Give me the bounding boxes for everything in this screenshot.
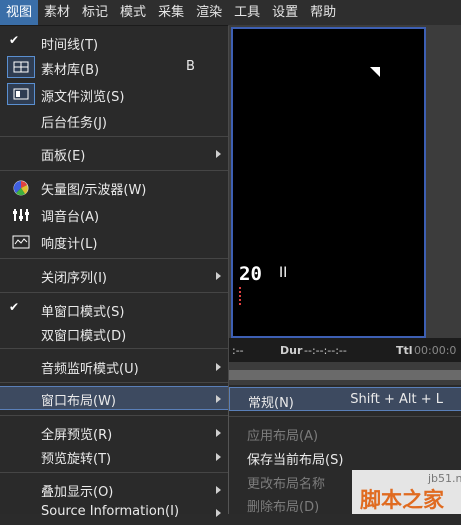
menu-separator bbox=[0, 382, 228, 383]
menu-item-fullscreen-preview[interactable]: 全屏预览(R) bbox=[0, 421, 228, 445]
corner-marker-icon bbox=[370, 67, 380, 77]
check-icon: ✔ bbox=[9, 33, 20, 47]
menu-mode[interactable]: 模式 bbox=[114, 0, 152, 25]
submenu-arrow-icon bbox=[216, 395, 221, 403]
bin-icon bbox=[7, 56, 35, 78]
menu-item-overlay-display[interactable]: 叠加显示(O) bbox=[0, 478, 228, 502]
menu-separator bbox=[0, 292, 228, 293]
loudness-meter-icon bbox=[12, 233, 30, 251]
submenu-arrow-icon bbox=[216, 429, 221, 437]
menu-separator bbox=[0, 348, 228, 349]
menu-item-audio-monitor[interactable]: 音频监听模式(U) bbox=[0, 355, 228, 379]
watermark: jb51.net 脚本之家 bbox=[352, 470, 461, 514]
menu-settings[interactable]: 设置 bbox=[266, 0, 304, 25]
dur-label: Dur bbox=[280, 344, 303, 357]
menu-separator bbox=[0, 415, 228, 416]
menu-tools[interactable]: 工具 bbox=[228, 0, 266, 25]
menu-capture[interactable]: 采集 bbox=[152, 0, 190, 25]
menu-item-single-window[interactable]: ✔ 单窗口模式(S) bbox=[0, 298, 228, 322]
red-marker-dots bbox=[239, 287, 251, 305]
mixer-icon bbox=[12, 206, 30, 224]
submenu-arrow-icon bbox=[216, 453, 221, 461]
submenu-arrow-icon bbox=[216, 150, 221, 158]
scrub-strip[interactable] bbox=[228, 370, 461, 380]
in-point-value: :-- bbox=[232, 344, 244, 357]
menu-help[interactable]: 帮助 bbox=[304, 0, 342, 25]
view-dropdown-menu: ✔ 时间线(T) 素材库(B) B 源文件浏览(S) 后台任务(J) 面板(E)… bbox=[0, 26, 229, 519]
menu-separator bbox=[0, 170, 228, 171]
menu-item-close-sequence[interactable]: 关闭序列(I) bbox=[0, 264, 228, 288]
menu-item-source-browser[interactable]: 源文件浏览(S) bbox=[0, 83, 228, 107]
submenu-item-apply-layout[interactable]: 应用布局(A) bbox=[229, 421, 461, 445]
menu-item-dual-window[interactable]: 双窗口模式(D) bbox=[0, 322, 228, 346]
menu-item-bin[interactable]: 素材库(B) B bbox=[0, 56, 228, 80]
menu-item-timeline[interactable]: ✔ 时间线(T) bbox=[0, 31, 228, 55]
menu-item-window-layout[interactable]: 窗口布局(W) bbox=[0, 386, 228, 410]
menu-clip[interactable]: 素材 bbox=[38, 0, 76, 25]
menu-separator bbox=[229, 416, 461, 417]
menu-render[interactable]: 渲染 bbox=[190, 0, 228, 25]
timecode-display: 20 bbox=[239, 263, 262, 285]
submenu-arrow-icon bbox=[216, 486, 221, 494]
submenu-item-normal[interactable]: 常规(N) Shift + Alt + L bbox=[229, 387, 461, 411]
submenu-item-save-current-layout[interactable]: 保存当前布局(S) bbox=[229, 445, 461, 469]
timecode-bar: :-- Dur --:--:--:-- Ttl 00:00:0 bbox=[228, 338, 461, 362]
source-browser-icon bbox=[7, 83, 35, 105]
submenu-arrow-icon bbox=[216, 272, 221, 280]
vectorscope-icon bbox=[12, 179, 30, 197]
preview-monitor[interactable]: 20 II bbox=[231, 27, 426, 338]
menu-item-background-tasks[interactable]: 后台任务(J) bbox=[0, 109, 228, 133]
menu-separator bbox=[0, 258, 228, 259]
pause-marker: II bbox=[279, 265, 288, 281]
menu-separator bbox=[0, 136, 228, 137]
menu-item-source-information[interactable]: Source Information(I) bbox=[0, 501, 228, 525]
check-icon: ✔ bbox=[9, 300, 20, 314]
menu-marker[interactable]: 标记 bbox=[76, 0, 114, 25]
menu-bar: 视图 素材 标记 模式 采集 渲染 工具 设置 帮助 bbox=[0, 0, 461, 26]
menu-item-panels[interactable]: 面板(E) bbox=[0, 142, 228, 166]
menu-view[interactable]: 视图 bbox=[0, 0, 39, 25]
submenu-arrow-icon bbox=[216, 363, 221, 371]
dur-value: --:--:--:-- bbox=[304, 344, 347, 357]
menu-separator bbox=[0, 472, 228, 473]
menu-item-audio-mixer[interactable]: 调音台(A) bbox=[0, 203, 228, 227]
watermark-name: 脚本之家 bbox=[360, 488, 444, 512]
menu-item-loudness-meter[interactable]: 响度计(L) bbox=[0, 230, 228, 254]
menu-item-vectorscope[interactable]: 矢量图/示波器(W) bbox=[0, 176, 228, 200]
menu-item-preview-rotate[interactable]: 预览旋转(T) bbox=[0, 445, 228, 469]
submenu-arrow-icon bbox=[216, 509, 221, 517]
ttl-label: Ttl bbox=[396, 344, 413, 357]
ttl-value: 00:00:0 bbox=[414, 344, 457, 357]
